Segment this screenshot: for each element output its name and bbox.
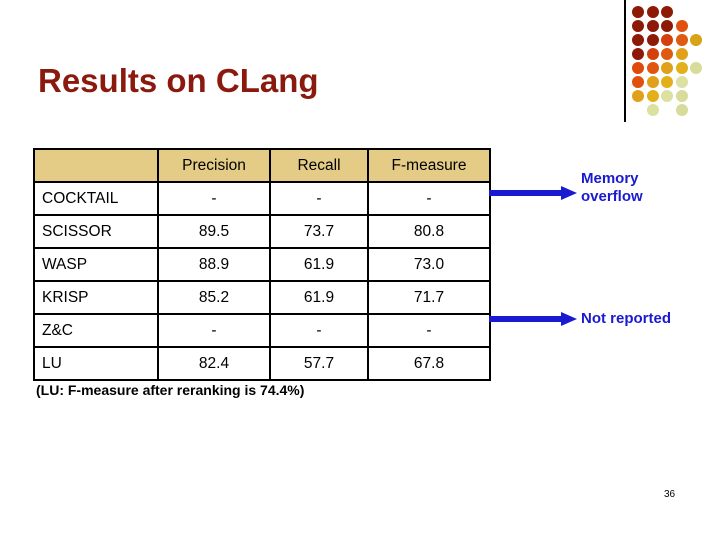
cell-system-name: COCKTAIL bbox=[33, 181, 159, 216]
column-header-f-measure: F-measure bbox=[367, 148, 491, 183]
dot-row bbox=[632, 104, 716, 118]
decorative-dot bbox=[646, 62, 659, 74]
cell-recall: 61.9 bbox=[269, 247, 369, 282]
decorative-dot bbox=[675, 20, 688, 32]
decorative-dot bbox=[632, 6, 644, 18]
table-row: Z&C - - - bbox=[33, 313, 491, 348]
page-number: 36 bbox=[664, 489, 676, 500]
decorative-dot-gap bbox=[690, 48, 702, 60]
arrow-shaft bbox=[489, 316, 561, 322]
cell-f-measure: - bbox=[367, 313, 491, 348]
decorative-dot bbox=[646, 6, 659, 18]
arrow-head-icon bbox=[561, 312, 577, 326]
decorative-dot bbox=[675, 48, 688, 60]
decorative-dot-gap bbox=[690, 6, 702, 18]
table-row: WASP 88.9 61.9 73.0 bbox=[33, 247, 491, 282]
decorative-dot bbox=[661, 48, 673, 60]
decorative-dot-gap bbox=[632, 104, 644, 116]
cell-system-name: KRISP bbox=[33, 280, 159, 315]
dot-row bbox=[632, 76, 716, 90]
table-corner-header bbox=[33, 148, 159, 183]
table-header-row: Precision Recall F-measure bbox=[33, 148, 491, 183]
cell-precision: 88.9 bbox=[157, 247, 271, 282]
cell-recall: - bbox=[269, 181, 369, 216]
decorative-dot bbox=[661, 90, 673, 102]
table-body: COCKTAIL - - - SCISSOR 89.5 73.7 80.8 WASP 88.9 61… bbox=[33, 181, 491, 381]
results-table: Precision Recall F-measure COCKTAIL - - - SC… bbox=[33, 148, 491, 381]
cell-f-measure: 80.8 bbox=[367, 214, 491, 249]
decorative-dot bbox=[632, 20, 644, 32]
cell-system-name: WASP bbox=[33, 247, 159, 282]
cell-precision: 85.2 bbox=[157, 280, 271, 315]
decorative-dot bbox=[675, 62, 688, 74]
cell-system-name: LU bbox=[33, 346, 159, 381]
arrow-head-icon bbox=[561, 186, 577, 200]
cell-f-measure: 71.7 bbox=[367, 280, 491, 315]
annotation-label-not-reported: Not reported bbox=[581, 310, 671, 327]
column-header-precision: Precision bbox=[157, 148, 271, 183]
dot-row bbox=[632, 20, 716, 34]
column-header-recall: Recall bbox=[269, 148, 369, 183]
annotation-arrow-memory-overflow bbox=[489, 186, 577, 200]
arrow-shaft bbox=[489, 190, 561, 196]
decorative-dot bbox=[690, 34, 702, 46]
cell-f-measure: 67.8 bbox=[367, 346, 491, 381]
decorative-dot bbox=[632, 62, 644, 74]
decorative-dot-gap bbox=[690, 104, 702, 116]
dot-row bbox=[632, 34, 716, 48]
decorative-dot-gap bbox=[690, 90, 702, 102]
cell-f-measure: - bbox=[367, 181, 491, 216]
decorative-dot bbox=[646, 90, 659, 102]
decorative-divider-line bbox=[624, 0, 626, 122]
dot-row bbox=[632, 90, 716, 104]
decorative-dot bbox=[661, 34, 673, 46]
decorative-dot bbox=[661, 20, 673, 32]
dot-row bbox=[632, 6, 716, 20]
decorative-dot bbox=[661, 62, 673, 74]
annotation-label-memory-overflow: Memory overflow bbox=[581, 170, 643, 205]
decorative-dot bbox=[675, 104, 688, 116]
cell-recall: 57.7 bbox=[269, 346, 369, 381]
decorative-dot-grid bbox=[632, 6, 716, 122]
page-title: Results on CLang bbox=[38, 62, 319, 99]
decorative-dot bbox=[675, 90, 688, 102]
cell-f-measure: 73.0 bbox=[367, 247, 491, 282]
decorative-dot bbox=[632, 34, 644, 46]
cell-system-name: SCISSOR bbox=[33, 214, 159, 249]
dot-row bbox=[632, 62, 716, 76]
cell-recall: - bbox=[269, 313, 369, 348]
cell-system-name: Z&C bbox=[33, 313, 159, 348]
decorative-dot bbox=[632, 76, 644, 88]
table-row: SCISSOR 89.5 73.7 80.8 bbox=[33, 214, 491, 249]
decorative-dot bbox=[661, 6, 673, 18]
decorative-dot bbox=[675, 76, 688, 88]
decorative-dot bbox=[646, 34, 659, 46]
table-row: COCKTAIL - - - bbox=[33, 181, 491, 216]
table-row: KRISP 85.2 61.9 71.7 bbox=[33, 280, 491, 315]
decorative-dot bbox=[675, 34, 688, 46]
cell-precision: - bbox=[157, 181, 271, 216]
decorative-dot-gap bbox=[690, 76, 702, 88]
decorative-dot bbox=[646, 48, 659, 60]
cell-recall: 61.9 bbox=[269, 280, 369, 315]
decorative-dot bbox=[632, 90, 644, 102]
cell-precision: - bbox=[157, 313, 271, 348]
decorative-dot-gap bbox=[676, 6, 688, 18]
decorative-dot bbox=[632, 48, 644, 60]
decorative-dot bbox=[646, 76, 659, 88]
decorative-dot bbox=[690, 62, 702, 74]
cell-recall: 73.7 bbox=[269, 214, 369, 249]
dot-row bbox=[632, 48, 716, 62]
cell-precision: 89.5 bbox=[157, 214, 271, 249]
annotation-arrow-not-reported bbox=[489, 312, 577, 326]
decorative-dot-gap bbox=[661, 104, 673, 116]
table-header: Precision Recall F-measure bbox=[33, 148, 491, 183]
footnote: (LU: F-measure after reranking is 74.4%) bbox=[36, 382, 305, 398]
cell-precision: 82.4 bbox=[157, 346, 271, 381]
table-row: LU 82.4 57.7 67.8 bbox=[33, 346, 491, 381]
decorative-dot bbox=[661, 76, 673, 88]
decorative-dot bbox=[646, 104, 659, 116]
decorative-dot-gap bbox=[690, 20, 702, 32]
decorative-dot bbox=[646, 20, 659, 32]
